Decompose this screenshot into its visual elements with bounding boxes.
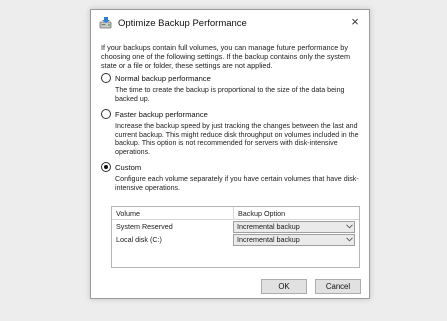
custom-option[interactable]: Custom bbox=[101, 162, 141, 172]
normal-performance-description: The time to create the backup is proport… bbox=[115, 86, 345, 103]
normal-performance-radio[interactable] bbox=[101, 73, 111, 83]
normal-performance-option[interactable]: Normal backup performance bbox=[101, 73, 211, 83]
custom-description: Configure each volume separately if you … bbox=[115, 175, 359, 192]
faster-performance-radio[interactable] bbox=[101, 109, 111, 119]
faster-performance-label: Faster backup performance bbox=[115, 109, 208, 119]
backup-disk-icon bbox=[99, 16, 113, 30]
volume-name: Local disk (C:) bbox=[116, 235, 162, 244]
intro-text: If your backups contain full volumes, yo… bbox=[101, 43, 351, 70]
backup-option-cell: Incremental backup bbox=[233, 220, 359, 233]
volume-name: System Reserved bbox=[116, 222, 173, 231]
backup-option-select[interactable]: Incremental backup bbox=[233, 220, 355, 233]
backup-option-value: Incremental backup bbox=[237, 222, 300, 231]
normal-performance-label: Normal backup performance bbox=[115, 73, 211, 83]
backup-option-column-header[interactable]: Backup Option bbox=[233, 207, 359, 219]
cancel-button[interactable]: Cancel bbox=[315, 279, 361, 294]
chevron-down-icon[interactable] bbox=[344, 222, 354, 232]
close-button[interactable]: × bbox=[347, 14, 363, 30]
title-bar: Optimize Backup Performance × bbox=[91, 10, 369, 36]
optimize-backup-dialog: Optimize Backup Performance × If your ba… bbox=[90, 9, 370, 299]
backup-option-cell: Incremental backup bbox=[233, 233, 359, 246]
faster-performance-description: Increase the backup speed by just tracki… bbox=[115, 122, 359, 156]
volume-grid: Volume Backup Option System Reserved Inc… bbox=[111, 206, 360, 268]
faster-performance-option[interactable]: Faster backup performance bbox=[101, 109, 208, 119]
dialog-title: Optimize Backup Performance bbox=[118, 18, 247, 29]
volume-column-header[interactable]: Volume bbox=[112, 209, 233, 218]
backup-option-value: Incremental backup bbox=[237, 235, 300, 244]
custom-radio[interactable] bbox=[101, 162, 111, 172]
custom-label: Custom bbox=[115, 162, 142, 172]
table-row: Local disk (C:) Incremental backup bbox=[112, 233, 359, 246]
backup-option-select[interactable]: Incremental backup bbox=[233, 233, 355, 246]
table-row: System Reserved Incremental backup bbox=[112, 220, 359, 233]
chevron-down-icon[interactable] bbox=[344, 235, 354, 245]
grid-header: Volume Backup Option bbox=[112, 207, 359, 220]
ok-button[interactable]: OK bbox=[261, 279, 307, 294]
